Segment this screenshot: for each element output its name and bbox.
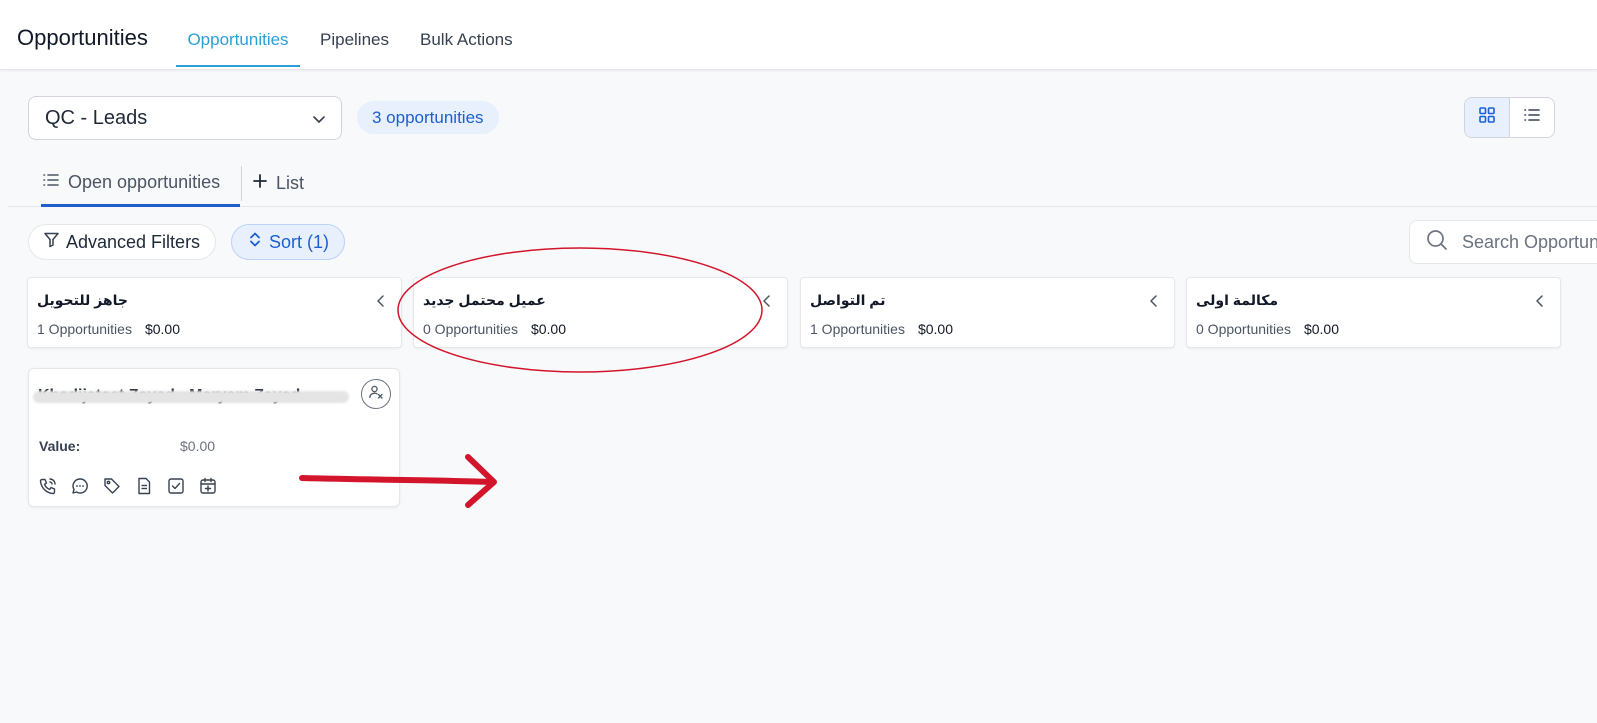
stage-name: مكالمة اولى (1196, 292, 1279, 308)
pipeline-select-value: QC - Leads (45, 106, 148, 129)
subtab-open-opportunities[interactable]: Open opportunities (41, 160, 240, 207)
redaction-bar (33, 391, 349, 403)
value-label: Value: (39, 438, 81, 454)
chevron-left-icon[interactable] (761, 294, 773, 313)
advanced-filters-label: Advanced Filters (66, 231, 201, 252)
document-icon[interactable] (134, 476, 153, 495)
search-box[interactable] (1409, 220, 1597, 264)
stage-column-header: عميل محتمل جديد 0 Opportunities $0.00 (413, 277, 788, 348)
advanced-filters-button[interactable]: Advanced Filters (28, 224, 217, 260)
subtab-label: List (276, 173, 305, 193)
stage-amount: $0.00 (1303, 321, 1339, 337)
stage-meta: 0 Opportunities $0.00 (423, 321, 566, 337)
stage-amount: $0.00 (917, 321, 953, 337)
task-check-icon[interactable] (166, 476, 185, 495)
tag-icon[interactable] (102, 476, 121, 495)
user-remove-icon (368, 384, 384, 405)
list-icon (1523, 106, 1541, 129)
stage-amount: $0.00 (144, 321, 180, 337)
phone-icon[interactable] (38, 476, 57, 495)
stage-amount: $0.00 (530, 321, 566, 337)
list-icon (42, 171, 60, 194)
value-amount: $0.00 (180, 438, 216, 454)
chevron-left-icon[interactable] (375, 294, 387, 313)
stage-column-header: مكالمة اولى 0 Opportunities $0.00 (1186, 277, 1561, 348)
sort-button[interactable]: Sort (1) (231, 224, 346, 260)
stage-meta: 1 Opportunities $0.00 (810, 321, 953, 337)
subtab-label: Open opportunities (68, 171, 221, 192)
message-icon[interactable] (70, 476, 89, 495)
card-actions (38, 476, 217, 495)
chevron-left-icon[interactable] (1148, 294, 1160, 313)
tab-opportunities[interactable]: Opportunities (176, 30, 300, 67)
subtab-divider (241, 166, 242, 201)
opportunity-count-badge: 3 opportunities (357, 101, 499, 134)
chevron-down-icon (311, 110, 327, 133)
sort-icon (248, 231, 262, 253)
subtab-add-list[interactable]: List (252, 160, 304, 207)
subtab-bar: Open opportunities List (8, 160, 1597, 207)
top-bar: Opportunities Opportunities Pipelines Bu… (0, 0, 1597, 70)
stage-column-header: تم التواصل 1 Opportunities $0.00 (800, 277, 1175, 348)
stage-name: عميل محتمل جديد (423, 292, 546, 308)
stage-count: 0 Opportunities (423, 321, 518, 337)
stage-column-header: جاهز للتحويل 1 Opportunities $0.00 (27, 277, 402, 348)
search-icon (1426, 229, 1448, 256)
search-input[interactable] (1462, 231, 1597, 253)
tab-pipelines[interactable]: Pipelines (320, 30, 389, 67)
list-view-button[interactable] (1510, 98, 1555, 137)
stage-name: تم التواصل (810, 292, 886, 308)
plus-icon (252, 173, 268, 194)
stage-count: 0 Opportunities (1196, 321, 1291, 337)
pipeline-select[interactable]: QC - Leads (28, 96, 342, 140)
stage-count: 1 Opportunities (810, 321, 905, 337)
filter-icon (43, 231, 60, 253)
sort-label: Sort (1) (269, 231, 330, 252)
view-toggle (1464, 97, 1555, 138)
grid-view-button[interactable] (1465, 98, 1510, 137)
stage-name: جاهز للتحويل (37, 292, 128, 308)
chevron-left-icon[interactable] (1534, 294, 1546, 313)
calendar-add-icon[interactable] (198, 476, 217, 495)
stage-count: 1 Opportunities (37, 321, 132, 337)
page-title: Opportunities (17, 25, 148, 50)
stage-meta: 0 Opportunities $0.00 (1196, 321, 1339, 337)
stage-meta: 1 Opportunities $0.00 (37, 321, 180, 337)
grid-icon (1478, 106, 1496, 129)
assign-owner-button[interactable] (361, 379, 391, 409)
opportunity-card[interactable]: Khadijateet Zayed - Maryam Zayed Value: … (28, 368, 400, 507)
tab-bulk-actions[interactable]: Bulk Actions (420, 30, 513, 67)
